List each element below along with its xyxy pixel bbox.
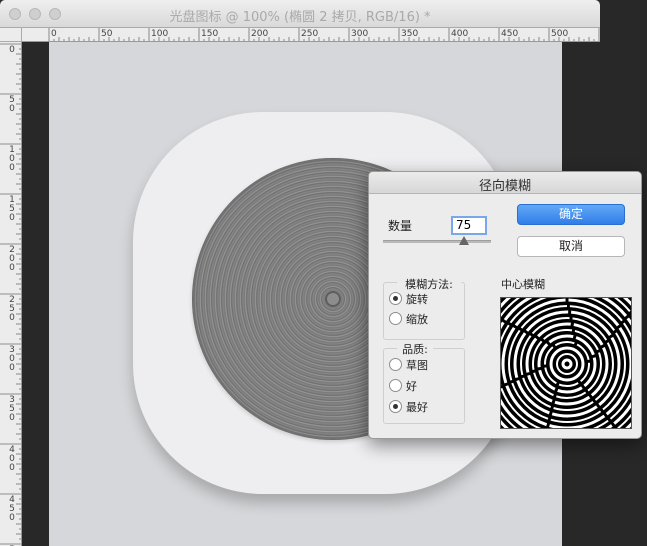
radial-blur-dialog: 径向模糊 数量 75 确定 取消 模糊方法: 旋转 缩放 品质: 草图 好 最好… [368, 171, 642, 439]
ruler-label: 350 [401, 29, 419, 39]
quality-best-radio[interactable] [389, 400, 402, 413]
disc-center-hole [325, 291, 341, 307]
window-titlebar[interactable]: 光盘图标 @ 100% (椭圆 2 拷贝, RGB/16) * [0, 0, 600, 28]
ruler-label: 250 [301, 29, 319, 39]
preview-center-dot [565, 362, 569, 366]
ruler-label: 150 [201, 29, 219, 39]
ruler-label: 450 [501, 29, 519, 39]
amount-label: 数量 [388, 219, 413, 233]
ruler-label: 50 [101, 29, 113, 39]
ruler-label: 50 [9, 95, 15, 114]
amount-slider-track[interactable] [383, 240, 491, 243]
ruler-label: 150 [9, 195, 15, 223]
quality-draft-label: 草图 [406, 359, 428, 372]
ruler-label: 250 [9, 295, 15, 323]
ruler-label: 500 [551, 29, 569, 39]
ruler-origin-corner[interactable] [0, 28, 22, 42]
method-zoom-label: 缩放 [406, 313, 428, 326]
ruler-label: 300 [9, 345, 15, 373]
ruler-label: 200 [251, 29, 269, 39]
ok-button[interactable]: 确定 [517, 204, 625, 225]
ruler-label: 0 [51, 29, 57, 39]
quality-best-label: 最好 [406, 401, 428, 414]
quality-legend: 品质: [397, 341, 433, 357]
ruler-label: 0 [9, 45, 15, 55]
vertical-ruler[interactable]: 050100150200250300350400450500 [0, 42, 22, 546]
ruler-label: 400 [451, 29, 469, 39]
ruler-label: 200 [9, 245, 15, 273]
method-zoom-radio[interactable] [389, 312, 402, 325]
amount-input[interactable]: 75 [451, 216, 487, 235]
ruler-label: 300 [351, 29, 369, 39]
blur-center-preview[interactable] [500, 297, 632, 429]
dialog-titlebar[interactable]: 径向模糊 [369, 172, 641, 194]
quality-draft-radio[interactable] [389, 358, 402, 371]
blur-method-legend: 模糊方法: [397, 276, 461, 292]
quality-good-radio[interactable] [389, 379, 402, 392]
method-spin-label: 旋转 [406, 293, 428, 306]
amount-slider-thumb[interactable] [458, 236, 469, 245]
ruler-label: 350 [9, 395, 15, 423]
cancel-button[interactable]: 取消 [517, 236, 625, 257]
ruler-label: 100 [151, 29, 169, 39]
quality-good-label: 好 [406, 380, 417, 393]
ruler-label: 450 [9, 495, 15, 523]
window-title: 光盘图标 @ 100% (椭圆 2 拷贝, RGB/16) * [169, 10, 431, 25]
method-spin-radio[interactable] [389, 292, 402, 305]
blur-center-label: 中心模糊 [501, 278, 545, 291]
ruler-label: 100 [9, 145, 15, 173]
dialog-title: 径向模糊 [478, 179, 531, 194]
horizontal-ruler[interactable]: 0 50 100 150 200 250 300 350 400 450 500 [22, 28, 600, 42]
ruler-label: 400 [9, 445, 15, 473]
